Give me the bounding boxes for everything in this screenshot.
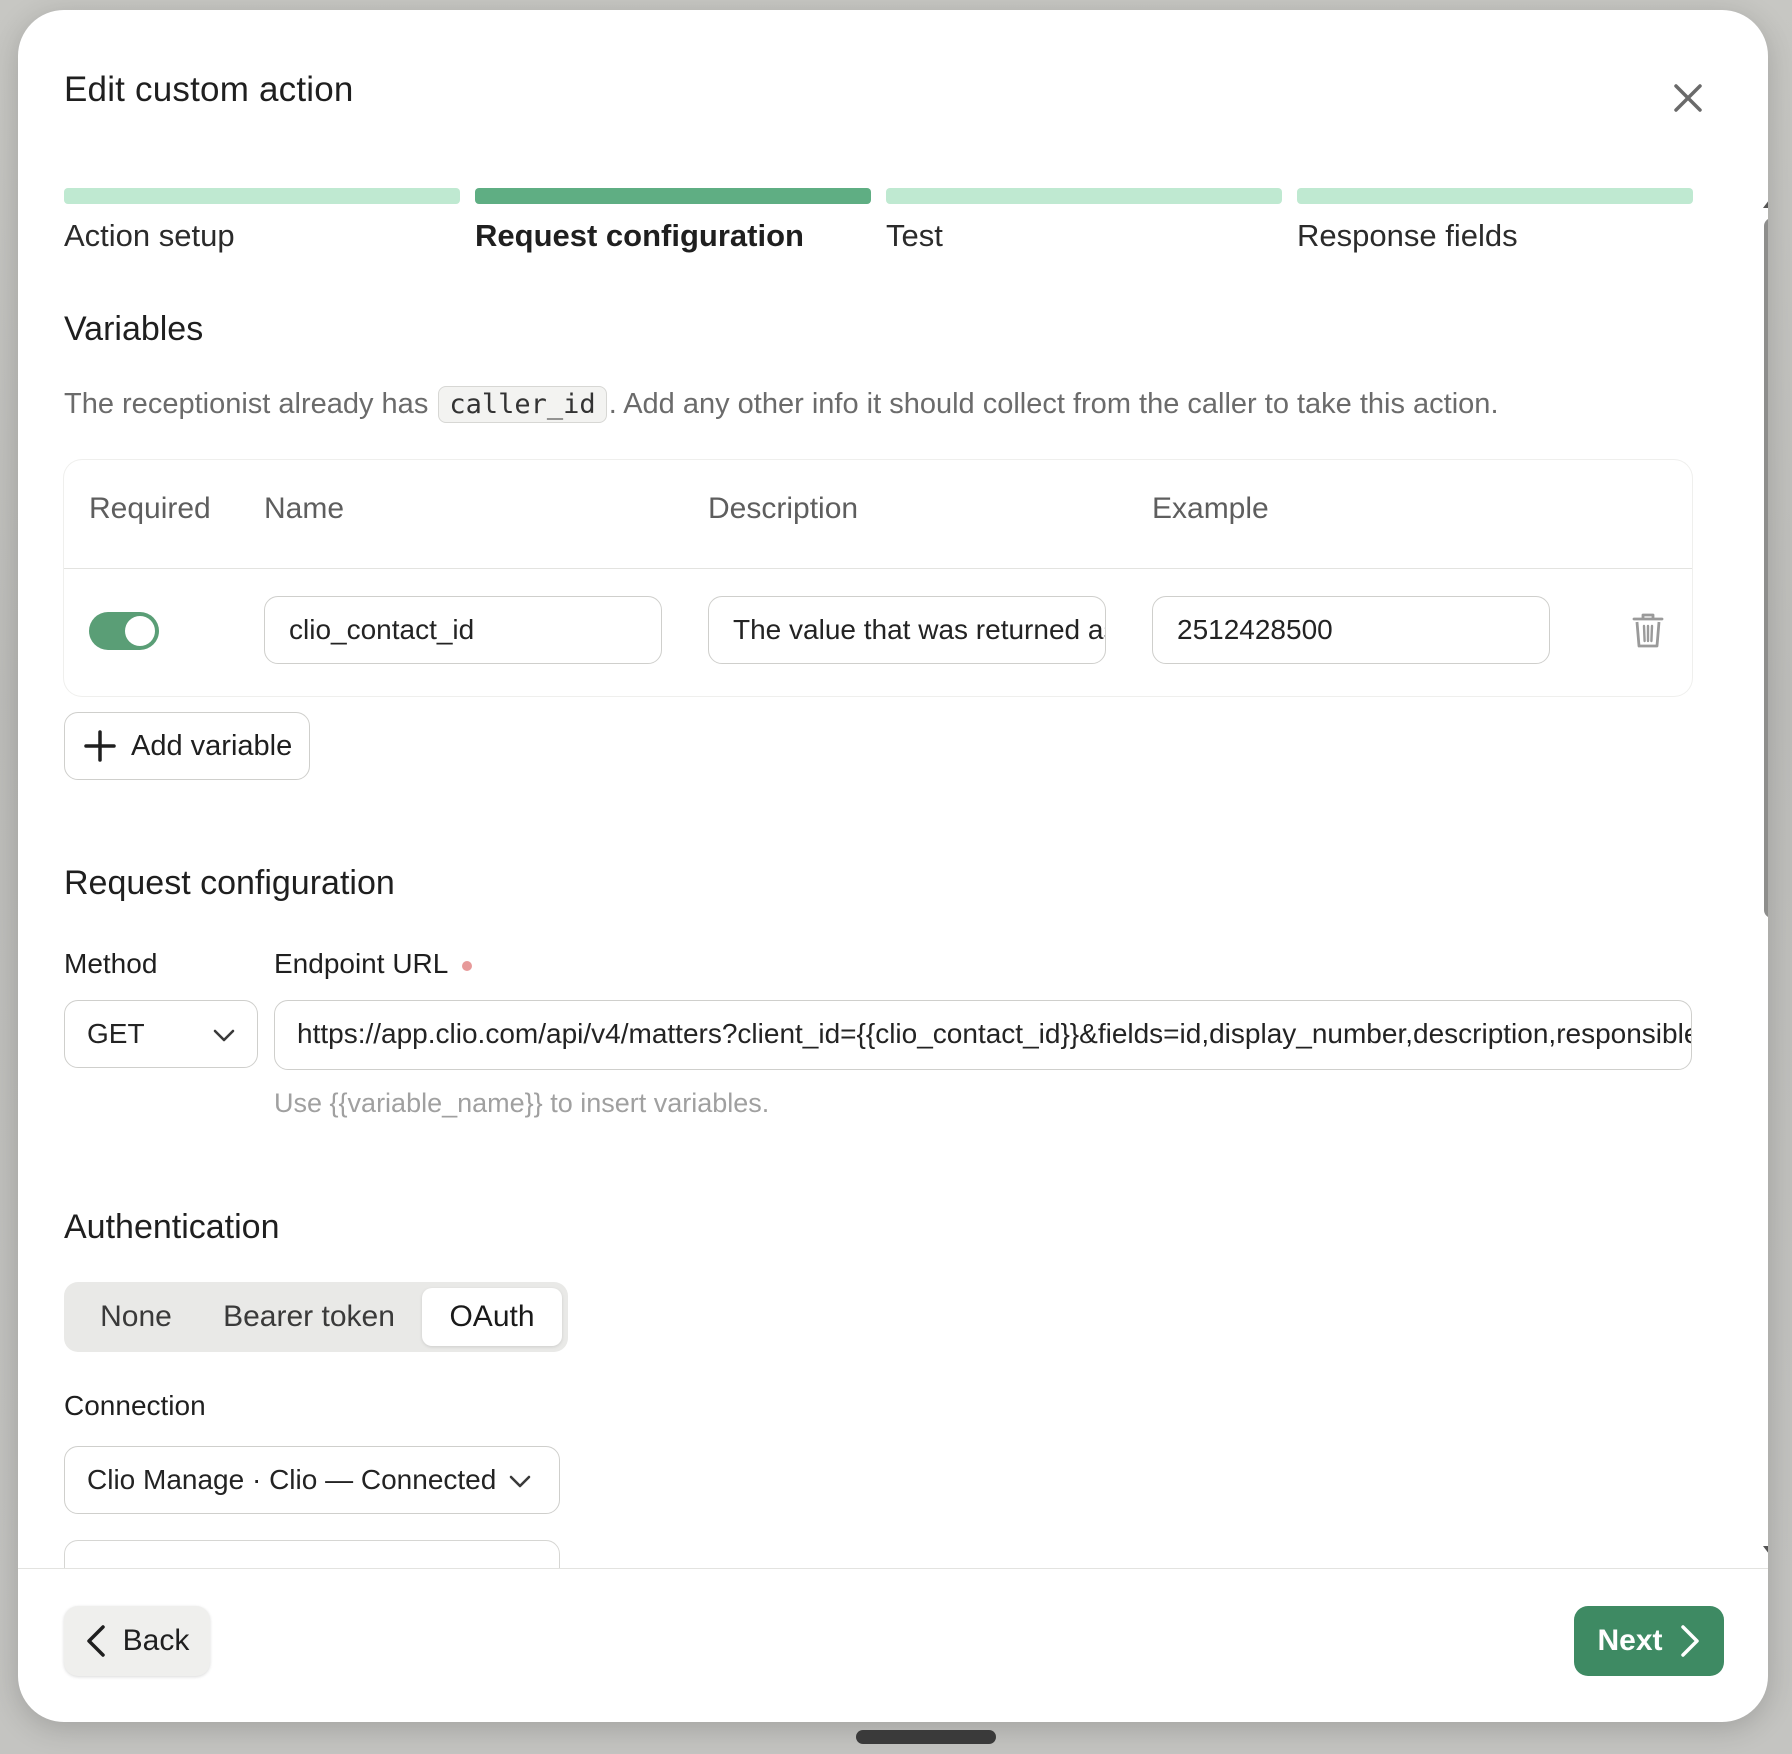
required-indicator: [462, 960, 473, 971]
request-configuration-heading: Request configuration: [64, 864, 395, 902]
scroll-down-arrow[interactable]: [1762, 1544, 1768, 1560]
method-value: GET: [87, 1018, 145, 1049]
step-progress-bar: [64, 188, 460, 204]
step-request-configuration[interactable]: Request configuration: [475, 188, 871, 254]
required-toggle[interactable]: [89, 612, 159, 650]
variable-name-input[interactable]: clio_contact_id: [264, 596, 662, 664]
column-header-required: Required: [89, 492, 211, 525]
variable-example-input[interactable]: 2512428500: [1152, 596, 1550, 664]
next-button[interactable]: Next: [1574, 1606, 1724, 1676]
dialog-scroll-area[interactable]: Action setup Request configuration Test …: [18, 160, 1768, 1568]
plus-icon: [84, 730, 116, 762]
column-header-name: Name: [264, 492, 345, 525]
step-progress-bar: [886, 188, 1282, 204]
endpoint-hint: Use {{variable_name}} to insert variable…: [274, 1088, 770, 1118]
variables-intro: The receptionist already has caller_id. …: [64, 386, 1499, 423]
variables-table: Required Name Description Example clio_c…: [64, 460, 1692, 696]
method-select[interactable]: GET: [64, 1000, 258, 1068]
caller-id-code: caller_id: [438, 386, 607, 423]
add-variable-button[interactable]: Add variable: [64, 712, 310, 780]
connection-label: Connection: [64, 1390, 206, 1421]
method-label: Method: [64, 948, 158, 979]
auth-option-none[interactable]: None: [70, 1288, 202, 1346]
endpoint-url-label-text: Endpoint URL: [274, 948, 449, 979]
step-action-setup[interactable]: Action setup: [64, 188, 460, 254]
scrollbar-thumb[interactable]: [1764, 218, 1768, 918]
dialog-title: Edit custom action: [64, 70, 354, 109]
step-progress-bar: [475, 188, 871, 204]
step-response-fields[interactable]: Response fields: [1297, 188, 1693, 254]
variable-description-input[interactable]: The value that was returned as: [708, 596, 1106, 664]
variables-heading: Variables: [64, 310, 204, 348]
delete-variable-button[interactable]: [1628, 610, 1668, 650]
table-divider: [64, 568, 1692, 569]
stepper: Action setup Request configuration Test …: [64, 188, 1693, 268]
close-icon: [1674, 84, 1702, 112]
intro-text: The receptionist already has: [64, 388, 429, 420]
edit-custom-action-dialog: Edit custom action Action setup Request …: [18, 10, 1768, 1722]
home-indicator: [856, 1730, 996, 1744]
step-label: Test: [886, 218, 943, 253]
auth-option-bearer-token[interactable]: Bearer token: [202, 1288, 416, 1346]
back-button[interactable]: Back: [64, 1606, 210, 1676]
connection-value: Clio Manage · Clio — Connected: [87, 1464, 497, 1495]
auth-type-segmented-control: None Bearer token OAuth: [64, 1282, 568, 1352]
chevron-left-icon: [86, 1625, 105, 1657]
add-variable-label: Add variable: [131, 729, 293, 762]
column-header-description: Description: [708, 492, 859, 525]
step-label: Response fields: [1297, 218, 1518, 253]
endpoint-url-input[interactable]: https://app.clio.com/api/v4/matters?clie…: [274, 1000, 1692, 1070]
endpoint-url-label: Endpoint URL: [274, 948, 473, 980]
next-label: Next: [1597, 1624, 1663, 1657]
connection-select[interactable]: Clio Manage · Clio — Connected: [64, 1446, 560, 1514]
intro-text-end: . Add any other info it should collect f…: [608, 388, 1499, 420]
step-label: Action setup: [64, 218, 235, 253]
step-test[interactable]: Test: [886, 188, 1282, 254]
chevron-down-icon: [509, 1475, 531, 1488]
toggle-knob: [125, 616, 155, 646]
step-label: Request configuration: [475, 218, 804, 253]
chevron-right-icon: [1680, 1625, 1699, 1657]
scrollbar-track[interactable]: [1764, 218, 1768, 918]
back-label: Back: [122, 1624, 190, 1657]
authentication-heading: Authentication: [64, 1208, 280, 1246]
scroll-up-arrow[interactable]: [1762, 194, 1768, 210]
next-field-partial[interactable]: [64, 1540, 560, 1568]
column-header-example: Example: [1152, 492, 1269, 525]
trash-icon: [1632, 613, 1664, 648]
chevron-down-icon: [213, 1029, 235, 1042]
footer-divider: [18, 1568, 1768, 1569]
auth-option-oauth[interactable]: OAuth: [422, 1288, 562, 1346]
close-button[interactable]: [1666, 76, 1710, 120]
step-progress-bar: [1297, 188, 1693, 204]
